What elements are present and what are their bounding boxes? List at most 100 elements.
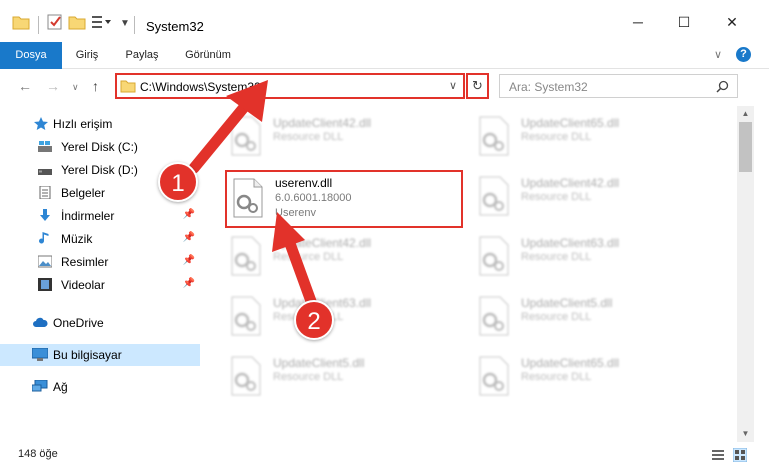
file-description: Userenv — [275, 207, 316, 219]
customize-toolbar-icon[interactable] — [90, 12, 112, 32]
file-item[interactable]: UpdateClient5.dll Resource DLL — [227, 350, 457, 408]
dll-file-icon — [233, 178, 263, 218]
drive-icon — [38, 169, 52, 175]
search-icon — [716, 80, 729, 93]
new-folder-icon[interactable] — [68, 12, 86, 32]
dll-file-icon — [479, 236, 509, 276]
scroll-down-icon[interactable]: ▼ — [737, 426, 754, 442]
title-separator — [134, 16, 135, 34]
properties-icon[interactable] — [46, 12, 64, 32]
details-view-icon[interactable] — [711, 448, 725, 462]
close-button[interactable]: ✕ — [709, 14, 755, 42]
quick-access-dropdown-icon[interactable]: ▼ — [120, 18, 130, 38]
file-name: UpdateClient65.dll — [521, 116, 620, 130]
sidebar-item-bu-bilgisayar[interactable]: Bu bilgisayar — [0, 344, 200, 366]
refresh-button[interactable]: ↻ — [466, 73, 489, 99]
drive-icon — [38, 141, 52, 152]
file-name: UpdateClient5.dll — [273, 356, 365, 370]
file-name: UpdateClient42.dll — [273, 116, 372, 130]
dll-file-icon — [231, 116, 261, 156]
tab-paylas[interactable]: Paylaş — [112, 42, 172, 69]
dll-file-icon — [231, 356, 261, 396]
address-dropdown-icon[interactable]: ∨ — [449, 79, 457, 92]
file-item[interactable]: UpdateClient42.dll Resource DLL — [227, 110, 457, 168]
file-name: userenv.dll — [275, 176, 333, 190]
sidebar-item-label: İndirmeler — [61, 209, 115, 223]
ribbon-expand-icon[interactable]: ∨ — [714, 48, 722, 61]
file-name: UpdateClient42.dll — [521, 176, 620, 190]
up-arrow-icon[interactable]: ↑ — [92, 78, 99, 94]
file-item[interactable]: UpdateClient42.dll Resource DLL — [227, 230, 457, 288]
scrollbar-thumb[interactable] — [739, 122, 752, 172]
dll-file-icon — [231, 236, 261, 276]
userenv-file-item[interactable]: userenv.dll 6.0.6001.18000 Userenv — [225, 170, 463, 228]
file-description: Resource DLL — [521, 371, 592, 383]
file-item[interactable]: UpdateClient5.dll Resource DLL — [475, 290, 705, 348]
file-description: Resource DLL — [521, 311, 592, 323]
file-name: UpdateClient5.dll — [521, 296, 613, 310]
address-bar[interactable]: C:\Windows\System32 ∨ — [115, 73, 465, 99]
network-icon — [32, 380, 48, 392]
star-icon — [34, 117, 48, 130]
video-icon — [38, 278, 52, 291]
search-box[interactable]: Ara: System32 — [499, 74, 738, 98]
pin-icon: 📌 — [182, 255, 195, 266]
navigation-pane: Hızlı erişim Yerel Disk (C:) Yerel Disk … — [0, 106, 201, 442]
pin-icon: 📌 — [182, 232, 195, 243]
file-version: 6.0.6001.18000 — [275, 192, 352, 204]
minimize-button[interactable]: ─ — [615, 14, 661, 42]
recent-locations-icon[interactable]: ∨ — [72, 82, 79, 93]
forward-arrow-icon[interactable]: → — [46, 78, 60, 94]
window-title: System32 — [146, 19, 204, 34]
tab-gorunum[interactable]: Görünüm — [172, 42, 244, 69]
folder-icon — [120, 80, 136, 93]
file-item[interactable]: UpdateClient65.dll Resource DLL — [475, 350, 705, 408]
sidebar-item-label: OneDrive — [53, 316, 104, 330]
file-list: UpdateClient42.dll Resource DLL UpdateCl… — [201, 106, 737, 442]
sidebar-item-muzik[interactable]: Müzik 📌 — [0, 228, 200, 250]
maximize-button[interactable]: ☐ — [661, 14, 707, 42]
step-1-badge: 1 — [158, 162, 198, 202]
music-icon — [39, 232, 49, 244]
sidebar-item-indirmeler[interactable]: İndirmeler 📌 — [0, 205, 200, 227]
pin-icon: 📌 — [182, 278, 195, 289]
file-name: UpdateClient65.dll — [521, 356, 620, 370]
sidebar-item-onedrive[interactable]: OneDrive — [0, 312, 200, 334]
file-name: UpdateClient42.dll — [273, 236, 372, 250]
dll-file-icon — [479, 296, 509, 336]
address-path: C:\Windows\System32 — [140, 80, 261, 94]
file-item[interactable]: UpdateClient63.dll Resource DLL — [227, 290, 457, 348]
file-description: Resource DLL — [521, 191, 592, 203]
cloud-icon — [33, 317, 48, 327]
refresh-icon: ↻ — [472, 78, 483, 93]
large-icons-view-icon[interactable] — [733, 448, 747, 462]
sidebar-item-ag[interactable]: Ağ — [0, 376, 200, 398]
sidebar-item-disk-c[interactable]: Yerel Disk (C:) — [0, 136, 200, 158]
sidebar-item-label: Resimler — [61, 255, 109, 269]
toolbar-separator — [38, 16, 39, 34]
title-bar: ▼ System32 ─ ☐ ✕ — [0, 0, 769, 42]
sidebar-item-videolar[interactable]: Videolar 📌 — [0, 274, 200, 296]
sidebar-item-resimler[interactable]: Resimler 📌 — [0, 251, 200, 273]
pin-icon: 📌 — [182, 209, 195, 220]
file-description: Resource DLL — [273, 371, 344, 383]
vertical-scrollbar[interactable]: ▲ ▼ — [737, 106, 754, 442]
scroll-up-icon[interactable]: ▲ — [737, 106, 754, 122]
sidebar-item-quick-access[interactable]: Hızlı erişim — [0, 113, 200, 135]
file-description: Resource DLL — [521, 251, 592, 263]
ribbon-tabs: Dosya Giriş Paylaş Görünüm ∨ ? — [0, 42, 769, 69]
tab-dosya[interactable]: Dosya — [0, 42, 62, 69]
back-arrow-icon[interactable]: ← — [18, 78, 32, 94]
file-item[interactable]: UpdateClient42.dll Resource DLL — [475, 170, 705, 228]
file-name: UpdateClient63.dll — [521, 236, 620, 250]
dll-file-icon — [479, 356, 509, 396]
step-2-badge: 2 — [294, 300, 334, 340]
file-item[interactable]: UpdateClient63.dll Resource DLL — [475, 230, 705, 288]
document-icon — [39, 186, 51, 199]
download-icon — [40, 209, 50, 221]
file-item[interactable]: UpdateClient65.dll Resource DLL — [475, 110, 705, 168]
help-icon[interactable]: ? — [736, 47, 751, 62]
tab-giris[interactable]: Giriş — [62, 42, 112, 69]
pictures-icon — [38, 255, 52, 268]
dll-file-icon — [231, 296, 261, 336]
